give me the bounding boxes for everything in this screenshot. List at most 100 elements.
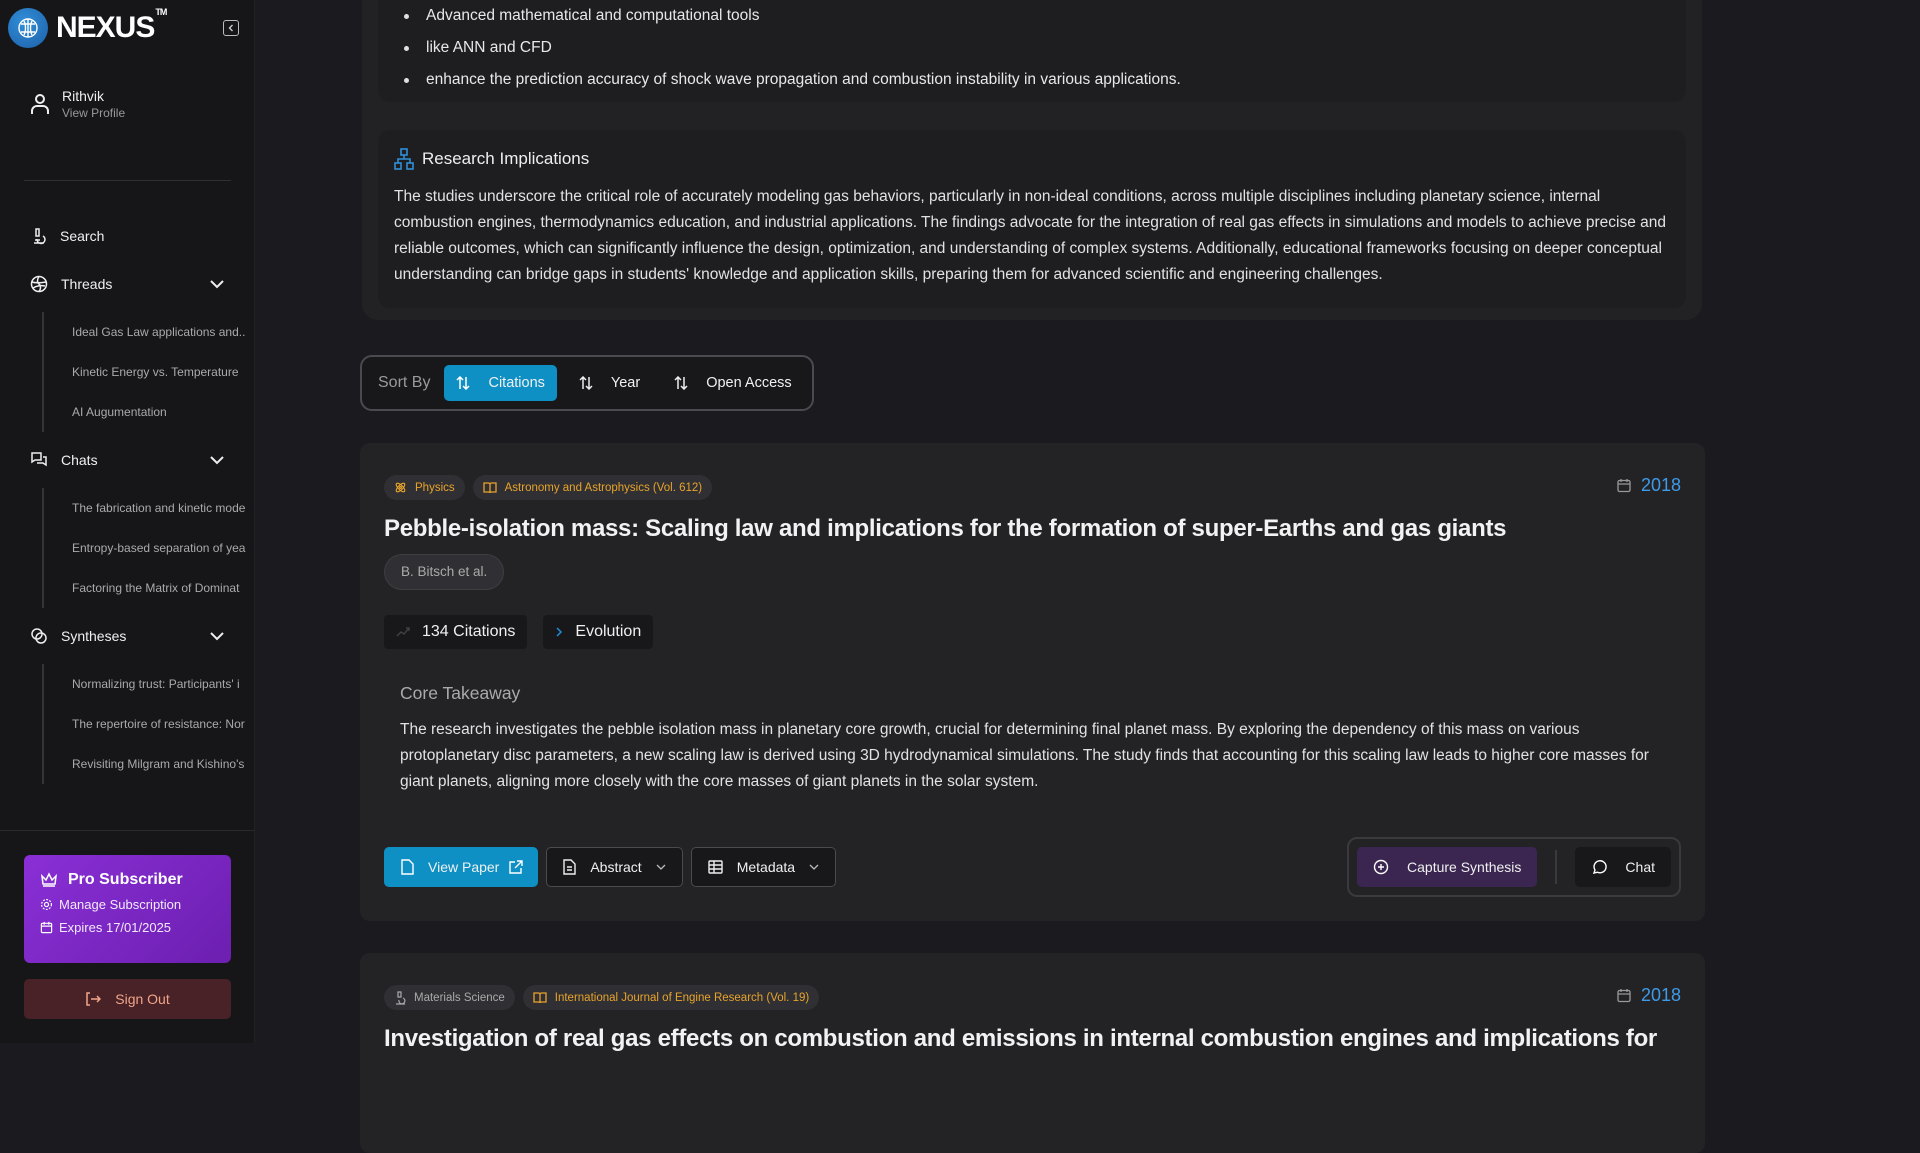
thread-item[interactable]: AI Augumentation [44,392,252,432]
chat-label: Chat [1625,859,1655,875]
implications-text: The studies underscore the critical role… [394,188,1667,283]
paper-card: Physics Astronomy and Astrophysics (Vol.… [360,443,1705,921]
sidebar-item-syntheses[interactable]: Syntheses [30,624,225,648]
research-implications-block: Research Implications The studies unders… [378,130,1686,308]
book-icon [533,991,547,1003]
brand-name: NEXUS TM [56,7,167,44]
publication-year: 2018 [1617,985,1681,1006]
secondary-actions: Capture Synthesis Chat [1347,837,1681,897]
expiry-date: Expires 17/01/2025 [59,920,172,935]
field-tag[interactable]: Physics [384,475,465,500]
atom-icon [395,482,406,493]
chat-item[interactable]: The fabrication and kinetic mode [44,488,252,528]
paper-card: Materials Science International Journal … [360,953,1705,1153]
chevron-down-icon [809,864,819,870]
field-tag[interactable]: Materials Science [384,985,515,1010]
sort-arrows-icon [579,376,593,390]
sidebar: NEXUS TM Rithvik View Profile Search Thre… [0,0,255,1043]
evolution-button[interactable]: Evolution [543,615,654,649]
paper-title[interactable]: Investigation of real gas effects on com… [384,1025,1657,1053]
manage-subscription-label: Manage Subscription [59,897,182,912]
chevron-down-icon[interactable] [209,631,225,641]
pro-subscriber-label: Pro Subscriber [68,871,183,888]
sort-by-label: Sort By [378,374,431,391]
journal-tag[interactable]: Astronomy and Astrophysics (Vol. 612) [472,475,713,500]
threads-icon [30,275,48,293]
gear-icon [40,898,53,911]
year-value: 2018 [1640,475,1681,495]
view-profile-link[interactable]: View Profile [62,106,125,120]
capture-synthesis-button[interactable]: Capture Synthesis [1357,847,1538,887]
metadata-dropdown[interactable]: Metadata [690,847,837,887]
sort-year-button[interactable]: Year [567,365,652,401]
sort-arrows-icon [674,376,688,390]
abstract-dropdown[interactable]: Abstract [546,847,683,887]
sidebar-label-chats: Chats [61,452,98,468]
main-content: Advanced mathematical and computational … [255,0,1920,1153]
chat-item[interactable]: Entropy-based separation of yea [44,528,252,568]
hierarchy-icon [394,148,414,170]
sign-out-icon [86,992,102,1006]
expiry-info: Expires 17/01/2025 [40,920,215,935]
chats-list: The fabrication and kinetic mode Entropy… [42,488,252,608]
microscope-icon [396,990,406,1005]
synthesis-item[interactable]: Normalizing trust: Participants' i [44,664,252,704]
sidebar-item-search[interactable]: Search [30,224,225,248]
sidebar-item-chats[interactable]: Chats [30,448,225,472]
evolution-label: Evolution [575,623,642,640]
journal-tag[interactable]: International Journal of Engine Research… [522,985,820,1010]
view-paper-button[interactable]: View Paper [384,847,539,887]
sort-open-access-button[interactable]: Open Access [662,365,803,401]
year-value: 2018 [1640,985,1681,1005]
citations-stat: 134 Citations [384,615,528,649]
profile-link[interactable]: Rithvik View Profile [30,88,125,120]
sidebar-divider [24,180,231,181]
chevron-down-icon[interactable] [209,279,225,289]
logo[interactable]: NEXUS TM [8,7,167,48]
sidebar-label-threads: Threads [61,276,113,292]
metadata-label: Metadata [736,859,796,875]
citations-count: 134 Citations [422,623,516,640]
core-takeaway-title: Core Takeaway [400,683,521,703]
file-icon [401,859,414,875]
brain-logo-icon [8,8,48,48]
synthesis-item[interactable]: Revisiting Milgram and Kishino's [44,744,252,784]
chevron-left-icon [228,24,233,32]
trend-icon [396,627,410,637]
thread-item[interactable]: Kinetic Energy vs. Temperature [44,352,252,392]
sidebar-label-syntheses: Syntheses [61,628,127,644]
syntheses-icon [31,628,47,644]
collapse-sidebar-button[interactable] [223,20,239,36]
profile-name: Rithvik [62,88,105,104]
chevron-down-icon [656,864,666,870]
key-findings-block: Advanced mathematical and computational … [378,0,1686,102]
sidebar-item-threads[interactable]: Threads [30,272,225,296]
core-takeaway: Core Takeaway The research investigates … [384,673,1681,795]
finding-bullet: like ANN and CFD [402,32,1662,64]
thread-item[interactable]: Ideal Gas Law applications and.. [44,312,252,352]
calendar-icon [40,921,53,934]
sort-citations-button[interactable]: Citations [444,365,557,401]
table-icon [708,860,723,874]
paper-title[interactable]: Pebble-isolation mass: Scaling law and i… [384,515,1507,543]
sign-out-button[interactable]: Sign Out [24,979,231,1019]
chevron-down-icon[interactable] [209,455,225,465]
actions-separator [1555,850,1558,884]
external-link-icon [509,860,524,874]
author-chip: B. Bitsch et al. [384,554,505,590]
sort-open-access-label: Open Access [706,375,792,391]
sort-citations-label: Citations [488,375,545,391]
journal-label: Astronomy and Astrophysics (Vol. 612) [504,481,703,494]
abstract-label: Abstract [590,859,642,875]
chat-button[interactable]: Chat [1575,847,1671,887]
synthesis-summary-card: Advanced mathematical and computational … [362,0,1702,320]
calendar-icon [1617,989,1631,1003]
chat-item[interactable]: Factoring the Matrix of Dominat [44,568,252,608]
field-label: Materials Science [414,991,505,1004]
core-takeaway-text: The research investigates the pebble iso… [400,721,1649,790]
capture-synthesis-label: Capture Synthesis [1407,859,1522,875]
chevron-right-icon [556,627,563,637]
document-icon [563,859,577,875]
manage-subscription-link[interactable]: Manage Subscription [40,897,215,912]
synthesis-item[interactable]: The repertoire of resistance: Nor [44,704,252,744]
